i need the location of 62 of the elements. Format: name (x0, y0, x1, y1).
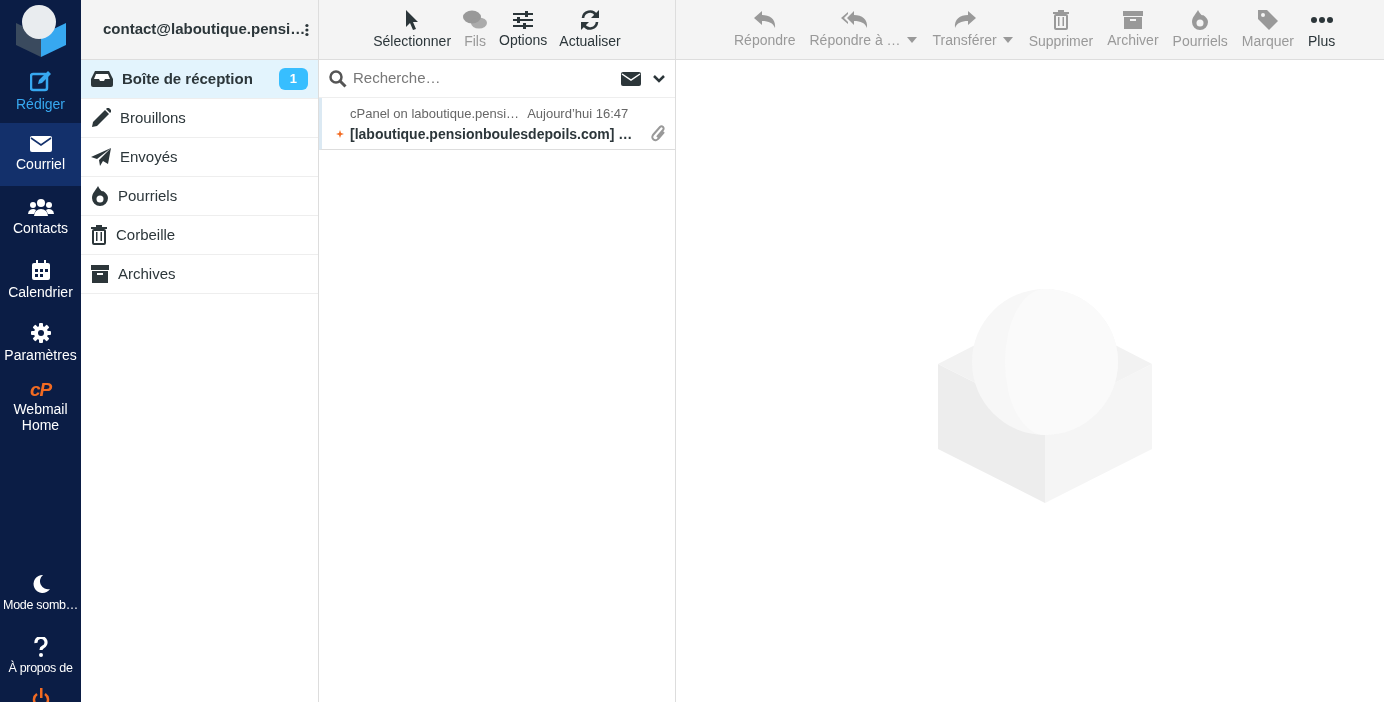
inbox-icon (91, 71, 113, 87)
caret-icon[interactable] (906, 36, 917, 43)
more-dots-icon (1310, 16, 1333, 23)
nav-item[interactable]: Calendrier (0, 249, 81, 312)
speech-bubbles-icon (463, 9, 488, 30)
account-title: contact@laboutique.pensi… (102, 19, 306, 40)
envelope-icon[interactable] (621, 70, 641, 87)
nav-item[interactable]: Mode somb… (0, 562, 81, 625)
question-mark-icon (33, 637, 48, 658)
toolbar-button[interactable]: Actualiser (553, 9, 627, 50)
cpanel-logo: cP (29, 380, 52, 400)
folder-label: Corbeille (116, 224, 176, 245)
sliders-icon (513, 10, 534, 29)
refresh-icon (580, 9, 601, 30)
chevron-down-icon[interactable] (653, 74, 665, 83)
trash-icon (91, 225, 107, 245)
folder-item[interactable]: Boîte de réception 1 (81, 60, 318, 99)
nav-item[interactable]: Contacts (0, 186, 81, 249)
double-reply-arrow-icon (841, 10, 870, 29)
calendar-icon (31, 260, 50, 281)
folder-item[interactable]: Pourriels (81, 177, 318, 216)
archive-box-icon (1122, 10, 1143, 29)
unread-star-icon (336, 130, 344, 138)
cursor-arrow-icon (405, 9, 420, 30)
power-icon[interactable] (31, 688, 50, 702)
message-row[interactable]: cPanel on laboutique.pensi… Aujourd’hui 16:47 [laboutique.pensionboulesdepoils.com] … (319, 98, 675, 150)
toolbar-button[interactable]: Sélectionner (367, 9, 458, 50)
fire-icon (1191, 9, 1210, 30)
message-sender: cPanel on laboutique.pensi… (349, 105, 520, 123)
toolbar-button[interactable]: Options (493, 10, 554, 49)
nav-item[interactable]: Rédiger (0, 60, 81, 123)
folder-label: Envoyés (120, 146, 178, 167)
tag-icon (1257, 9, 1278, 30)
nav-item[interactable]: Courriel (0, 123, 81, 186)
nav-item[interactable]: À propos de (0, 625, 81, 688)
caret-icon[interactable] (1002, 36, 1013, 43)
nav-item[interactable]: Paramètres (0, 312, 81, 375)
envelope-icon (29, 136, 52, 153)
fire-icon (91, 186, 109, 206)
unread-count-badge: 1 (278, 68, 308, 90)
toolbar-button[interactable]: Plus (1301, 9, 1342, 50)
folder-item[interactable]: Archives (81, 255, 318, 294)
nav-item[interactable]: cP Webmail Home (0, 375, 81, 438)
folder-label: Brouillons (120, 107, 186, 128)
message-subject: [laboutique.pensionboulesdepoils.com] … (350, 124, 633, 144)
message-date: Aujourd’hui 16:47 (527, 105, 629, 123)
folder-item[interactable]: Brouillons (81, 99, 318, 138)
trash-icon (1052, 9, 1069, 30)
archive-box-icon (91, 265, 109, 283)
folder-item[interactable]: Envoyés (81, 138, 318, 177)
reply-arrow-icon (753, 10, 776, 29)
folder-label: Archives (118, 263, 176, 284)
pencil-icon (91, 108, 111, 128)
paper-plane-icon (91, 148, 111, 166)
folder-label: Boîte de réception (122, 68, 253, 89)
search-icon (329, 69, 347, 88)
search-field[interactable]: Recherche… (347, 66, 621, 91)
edit-icon (29, 70, 52, 93)
forward-arrow-icon (953, 10, 976, 29)
folder-item[interactable]: Corbeille (81, 216, 318, 255)
folder-label: Pourriels (118, 185, 178, 206)
users-icon (27, 198, 54, 217)
